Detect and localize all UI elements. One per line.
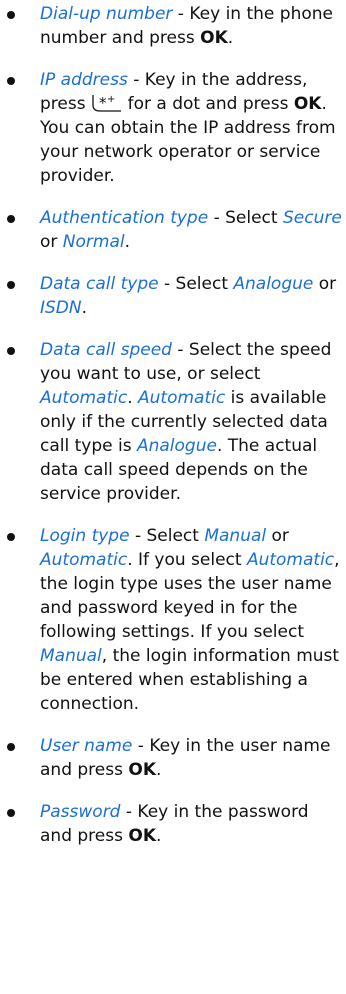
item-text: .: [156, 760, 162, 780]
bullet: [7, 809, 15, 817]
bullet: [7, 77, 15, 85]
bullet: [7, 347, 15, 355]
ok-key-label: OK: [128, 826, 156, 846]
bullet: [7, 743, 15, 751]
list-item-data-call-type: Data call type - Select Analogue or ISDN…: [0, 272, 346, 320]
item-text: .: [127, 388, 138, 408]
item-text: or: [40, 232, 63, 252]
term-authentication-type: Authentication type: [40, 208, 209, 228]
list-item-dial-up-number: Dial-up number - Key in the phone number…: [0, 2, 346, 50]
option-analogue: Analogue: [233, 274, 314, 294]
option-manual: Manual: [204, 526, 267, 546]
item-text: .: [156, 826, 162, 846]
list-item-password: Password - Key in the password and press…: [0, 800, 346, 848]
ok-key-label: OK: [293, 94, 322, 114]
ok-key-label: OK: [200, 28, 228, 48]
star-plus-key-icon: * +: [90, 92, 124, 114]
ok-key-label: OK: [128, 760, 156, 780]
list-item-user-name: User name - Key in the user name and pre…: [0, 734, 346, 782]
svg-text:*: *: [99, 94, 107, 112]
bullet: [7, 215, 15, 223]
settings-list: Dial-up number - Key in the phone number…: [0, 2, 346, 848]
item-text: - Select: [208, 208, 283, 228]
item-text: .: [81, 298, 88, 318]
option-automatic: Automatic: [40, 550, 128, 570]
term-data-call-type: Data call type: [40, 274, 159, 294]
term-dial-up-number: Dial-up number: [40, 4, 173, 24]
list-item-login-type: Login type - Select Manual or Automatic.…: [0, 524, 346, 716]
term-login-type: Login type: [40, 526, 130, 546]
item-text: - Select: [158, 274, 234, 294]
option-automatic: Automatic: [138, 388, 226, 408]
term-password: Password: [40, 802, 121, 822]
list-item-ip-address: IP address - Key in the address, press *…: [0, 68, 346, 188]
term-ip-address: IP address: [40, 70, 128, 90]
bullet: [7, 281, 15, 289]
manual-page: Dial-up number - Key in the phone number…: [0, 2, 346, 994]
option-analogue: Analogue: [136, 436, 217, 456]
item-text: - Select: [129, 526, 205, 546]
item-text: or: [313, 274, 337, 294]
option-manual: Manual: [40, 646, 102, 666]
option-secure: Secure: [282, 208, 342, 228]
item-text: for a dot and press: [127, 94, 294, 114]
bullet: [7, 533, 15, 541]
option-automatic: Automatic: [246, 550, 335, 570]
item-text: . If you select: [127, 550, 247, 570]
option-normal: Normal: [62, 232, 125, 252]
option-automatic: Automatic: [40, 388, 128, 408]
item-text: .: [227, 28, 234, 48]
list-item-authentication-type: Authentication type - Select Secure or N…: [0, 206, 346, 254]
item-text: or: [266, 526, 289, 546]
term-user-name: User name: [40, 736, 133, 756]
list-item-data-call-speed: Data call speed - Select the speed you w…: [0, 338, 346, 506]
svg-text:+: +: [107, 94, 115, 105]
option-isdn: ISDN: [40, 298, 82, 318]
term-data-call-speed: Data call speed: [40, 340, 172, 360]
item-text: .: [124, 232, 131, 252]
bullet: [7, 11, 15, 19]
